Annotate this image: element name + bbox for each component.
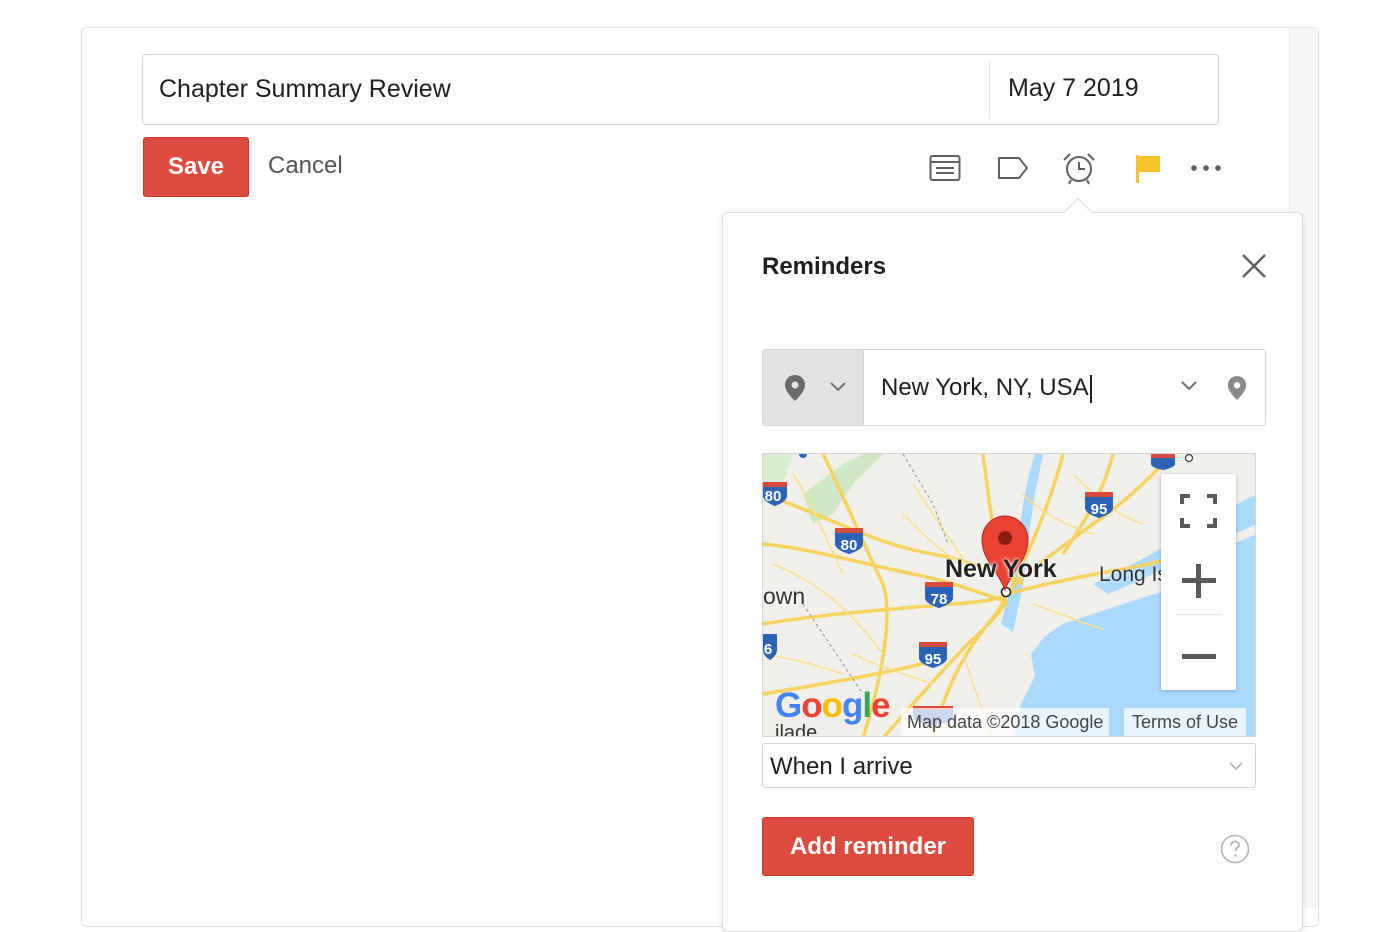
- chevron-down-icon: [1229, 762, 1243, 771]
- help-icon[interactable]: [1220, 834, 1250, 864]
- comment-icon[interactable]: [925, 148, 965, 188]
- reminders-popover: Reminders New York, NY, USA 80 80 95 78 …: [722, 212, 1303, 932]
- svg-text:80: 80: [841, 537, 858, 554]
- location-input[interactable]: New York, NY, USA: [881, 350, 1092, 425]
- editor-divider: [989, 61, 990, 119]
- save-button[interactable]: Save: [143, 137, 249, 197]
- map-attribution: Map data ©2018 Google: [901, 708, 1110, 736]
- map-controls: [1161, 474, 1236, 690]
- add-reminder-button[interactable]: Add reminder: [762, 817, 974, 876]
- reminder-type-dropdown[interactable]: [763, 350, 864, 425]
- close-icon[interactable]: [1237, 249, 1271, 283]
- svg-text:80: 80: [765, 488, 782, 505]
- label-icon[interactable]: [993, 148, 1033, 188]
- cancel-button[interactable]: Cancel: [268, 137, 343, 197]
- zoom-divider: [1175, 614, 1222, 615]
- google-logo: Google: [775, 686, 891, 725]
- map-place-label: own: [763, 583, 806, 609]
- chevron-down-icon[interactable]: [1180, 380, 1198, 392]
- fullscreen-icon[interactable]: [1161, 474, 1236, 546]
- flag-icon[interactable]: [1127, 148, 1167, 188]
- location-value: New York, NY, USA: [881, 374, 1089, 401]
- location-field: New York, NY, USA: [762, 349, 1266, 426]
- zoom-out-icon[interactable]: [1161, 616, 1236, 688]
- alarm-clock-icon[interactable]: [1059, 148, 1099, 188]
- map-city-label: New York: [945, 555, 1057, 583]
- due-date-input[interactable]: May 7 2019: [1008, 55, 1139, 124]
- task-editor: Chapter Summary Review May 7 2019: [142, 54, 1219, 125]
- text-cursor: [1089, 374, 1092, 403]
- current-location-icon[interactable]: [1226, 374, 1248, 402]
- map-place-label: Long Is: [1099, 563, 1168, 586]
- svg-text:95: 95: [925, 651, 942, 668]
- location-map[interactable]: 80 80 95 78 95 6 New York Long Is own il…: [762, 453, 1256, 737]
- more-icon[interactable]: [1186, 148, 1226, 188]
- chevron-down-icon: [830, 382, 846, 392]
- zoom-in-icon[interactable]: [1161, 548, 1236, 614]
- trigger-selected-value: When I arrive: [770, 753, 913, 780]
- svg-text:6: 6: [764, 641, 772, 658]
- map-terms-link[interactable]: Terms of Use: [1123, 708, 1247, 736]
- trigger-select[interactable]: When I arrive: [762, 743, 1256, 788]
- svg-text:95: 95: [1091, 501, 1108, 518]
- location-pin-icon: [785, 375, 805, 401]
- svg-text:78: 78: [931, 591, 948, 608]
- task-name-input[interactable]: Chapter Summary Review: [159, 55, 451, 124]
- popover-title: Reminders: [762, 253, 887, 280]
